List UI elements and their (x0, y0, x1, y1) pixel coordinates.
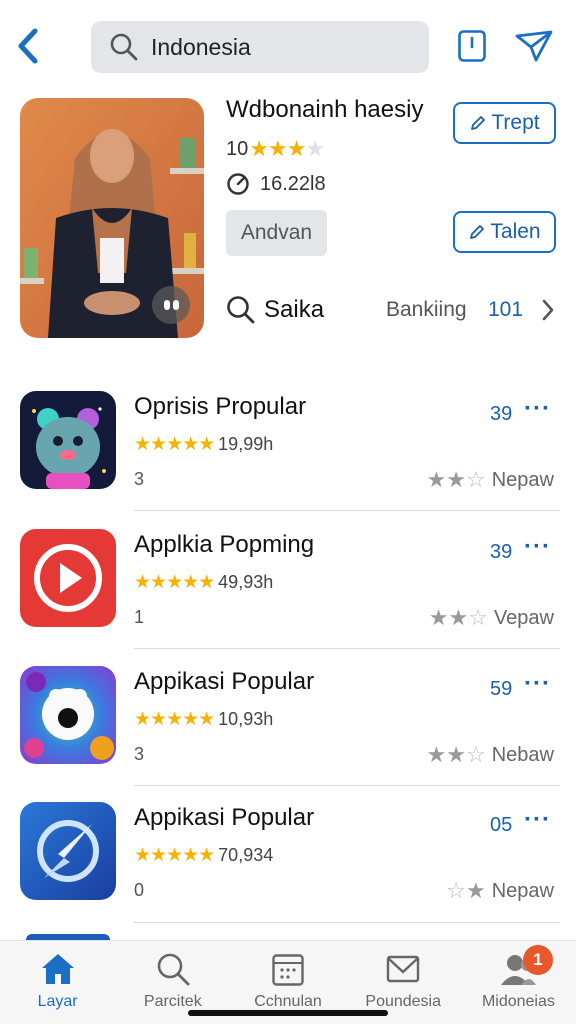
app-meta-label: Nebaw (491, 743, 554, 766)
stars: ★★★★★ (134, 572, 215, 593)
app-score: 59 (490, 678, 513, 700)
app-meta: ★★☆ Vepaw (429, 605, 554, 631)
notification-badge: 1 (522, 945, 553, 975)
video-badge[interactable] (152, 286, 190, 324)
app-sub: 3 (134, 469, 145, 489)
featured-stat: 16.22l8 (226, 172, 326, 196)
more-icon[interactable]: ··· (524, 806, 551, 834)
more-icon[interactable]: ··· (524, 533, 551, 561)
app-downloads: 49,93h (218, 572, 274, 592)
clipboard-button[interactable] (452, 26, 492, 66)
meta-stars: ★★☆ (426, 742, 486, 767)
more-icon[interactable]: ··· (524, 670, 551, 698)
top-bar: Indonesia (0, 0, 576, 92)
mail-icon (387, 955, 420, 983)
speed-icon (227, 173, 249, 195)
list-item[interactable]: Appikasi Popular ★★★★★ 70,934 0 05 ··· ☆★… (0, 802, 576, 940)
app-rating: ★★★★★ 49,93h (134, 571, 273, 594)
featured-search-label: Saika (264, 296, 325, 323)
nav-profile-label: Midoneias (481, 993, 555, 1010)
featured-rating: 10 ★★★★ (226, 136, 325, 162)
featured-title: Wdbonainh haesiy (226, 96, 424, 123)
home-indicator (188, 1010, 388, 1016)
featured-category: Bankiing (386, 298, 467, 321)
search-icon (227, 296, 255, 324)
pencil-icon (470, 225, 485, 239)
app-sub: 1 (134, 607, 145, 627)
meta-stars: ☆★ (446, 878, 486, 903)
more-icon[interactable]: ··· (524, 395, 551, 423)
app-meta-label: Nepaw (491, 879, 554, 902)
stars: ★★★★★ (134, 434, 215, 455)
featured-meta-row[interactable]: Saika Bankiing 101 (226, 290, 562, 330)
app-name: Appikasi Popular (134, 804, 315, 831)
search-input[interactable]: Indonesia (151, 34, 251, 61)
divider (134, 922, 560, 923)
divider (134, 510, 560, 511)
bear-app-icon (20, 391, 116, 489)
app-score: 39 (490, 403, 513, 425)
featured-chip[interactable]: Andvan (226, 210, 327, 256)
search-bar[interactable]: Indonesia (91, 21, 429, 73)
app-downloads: 19,99h (218, 434, 274, 454)
home-icon (41, 954, 74, 984)
search-icon (110, 33, 138, 61)
app-score: 05 (490, 814, 513, 836)
list-item[interactable]: Oprisis Propular ★★★★★ 19,99h 3 39 ··· ★★… (0, 391, 576, 529)
play-app-icon (20, 529, 116, 627)
app-meta: ☆★ Nepaw (446, 878, 554, 904)
meta-stars: ★★☆ (428, 605, 488, 630)
search-icon (157, 953, 190, 986)
nav-search-label: Parcitek (143, 993, 202, 1010)
featured-stars: ★★★★ (249, 136, 325, 161)
app-downloads: 70,934 (218, 845, 274, 865)
divider (134, 648, 560, 649)
nav-home-label: Layar (37, 993, 78, 1010)
featured-image[interactable] (20, 98, 204, 338)
app-meta-label: Vepaw (493, 606, 554, 629)
nav-mail-label: Poundesia (365, 993, 442, 1010)
app-sub: 0 (134, 880, 145, 900)
calendar-icon (272, 954, 304, 986)
app-rating: ★★★★★ 19,99h (134, 433, 273, 456)
talen-button-label: Talen (490, 220, 541, 243)
app-meta: ★★☆ Nepaw (427, 467, 554, 493)
featured-stat-value: 16.22l8 (260, 172, 326, 195)
meta-stars: ★★☆ (426, 467, 486, 492)
chevron-right-icon[interactable] (540, 298, 556, 322)
stars: ★★★★★ (134, 709, 215, 730)
app-name: Oprisis Propular (134, 393, 307, 420)
talen-button[interactable]: Talen (453, 211, 556, 253)
app-name: Applkia Popming (134, 531, 315, 558)
app-sub: 3 (134, 744, 145, 764)
list-item[interactable]: Applkia Popming ★★★★★ 49,93h 1 39 ··· ★★☆… (0, 529, 576, 667)
app-downloads: 10,93h (218, 709, 274, 729)
compass-app-icon (20, 802, 116, 900)
panda-app-icon (20, 666, 116, 764)
list-item[interactable]: Appikasi Popular ★★★★★ 10,93h 3 59 ··· ★★… (0, 666, 576, 804)
divider (134, 785, 560, 786)
nav-home[interactable]: Layar (0, 941, 115, 1024)
featured-count: 101 (488, 298, 524, 321)
trept-button-label: Trept (491, 111, 540, 134)
back-arrow-icon (18, 28, 38, 64)
app-name: Appikasi Popular (134, 668, 315, 695)
app-rating: ★★★★★ 70,934 (134, 844, 273, 867)
clipboard-icon (458, 30, 486, 62)
app-score: 39 (490, 541, 513, 563)
app-meta-label: Nepaw (491, 468, 554, 491)
nav-profile[interactable]: Midoneias 1 (461, 941, 576, 1024)
trept-button[interactable]: Trept (453, 102, 556, 144)
send-button[interactable] (514, 26, 554, 66)
app-meta: ★★☆ Nebaw (427, 742, 554, 768)
app-rating: ★★★★★ 10,93h (134, 708, 273, 731)
featured-rating-number: 10 (226, 137, 249, 160)
back-button[interactable] (10, 26, 46, 66)
pencil-icon (471, 116, 486, 130)
stars: ★★★★★ (134, 845, 215, 866)
send-icon (515, 30, 553, 62)
nav-calendar-label: Cchnulan (254, 993, 322, 1010)
